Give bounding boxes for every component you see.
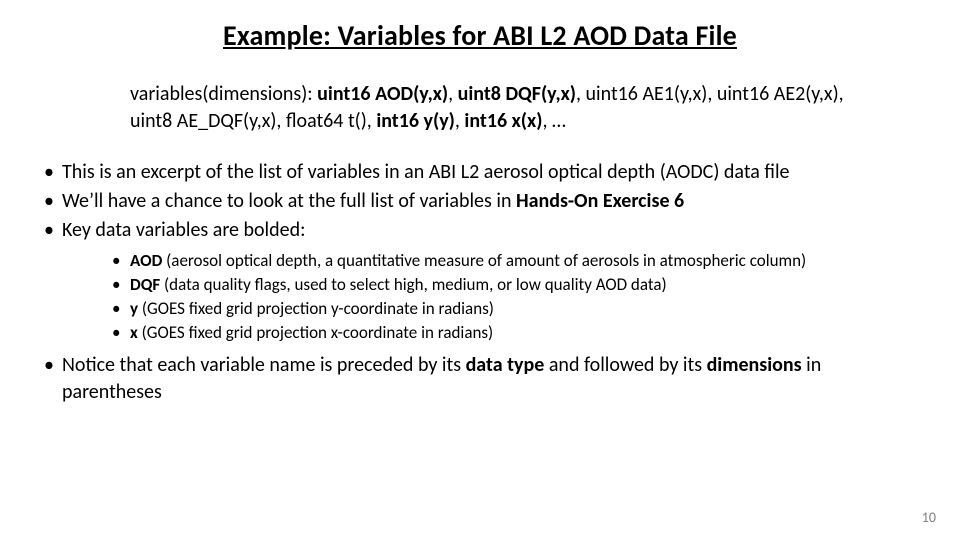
bullet-4-bold-1: data type — [466, 353, 545, 377]
sub-bullet-1-bold: DQF — [130, 274, 160, 295]
sub-bullet-0: AOD (aerosol optical depth, a quantitati… — [110, 250, 920, 272]
sub-bullet-3: x (GOES fixed grid projection x-coordina… — [110, 322, 920, 344]
variables-prefix: variables(dimensions): — [130, 82, 317, 106]
page-number: 10 — [922, 509, 936, 526]
variables-item-7: , … — [542, 109, 565, 133]
sub-bullet-1-rest: (data quality flags, used to select high… — [160, 274, 666, 295]
sub-bullet-2: y (GOES fixed grid projection y-coordina… — [110, 298, 920, 320]
bullet-4-bold-2: dimensions — [707, 353, 802, 377]
variables-item-2: uint8 DQF(y,x) — [458, 82, 576, 106]
sub-bullet-1: DQF (data quality flags, used to select … — [110, 274, 920, 296]
variables-item-5: , — [455, 109, 465, 133]
bullet-2: We’ll have a chance to look at the full … — [40, 188, 920, 215]
sub-bullet-3-rest: (GOES fixed grid projection x-coordinate… — [138, 322, 493, 343]
bullet-1: This is an excerpt of the list of variab… — [40, 159, 920, 186]
variables-item-1: , — [448, 82, 458, 106]
bullet-2-bold: Hands-On Exercise 6 — [516, 189, 684, 213]
bullet-2-pre: We’ll have a chance to look at the full … — [62, 189, 516, 213]
slide: Example: Variables for ABI L2 AOD Data F… — [0, 0, 960, 540]
variables-item-0: uint16 AOD(y,x) — [317, 82, 448, 106]
bullet-4-pre: Notice that each variable name is preced… — [62, 353, 466, 377]
sub-bullet-0-rest: (aerosol optical depth, a quantitative m… — [162, 250, 806, 271]
variables-item-6: int16 x(x) — [464, 109, 542, 133]
bullet-1-text: This is an excerpt of the list of variab… — [62, 160, 790, 184]
variables-item-4: int16 y(y) — [376, 109, 455, 133]
variables-block: variables(dimensions): uint16 AOD(y,x) , … — [130, 81, 870, 135]
bullet-list: This is an excerpt of the list of variab… — [40, 159, 920, 406]
sub-bullet-2-bold: y — [130, 298, 138, 319]
sub-bullet-3-bold: x — [130, 322, 138, 343]
slide-title: Example: Variables for ABI L2 AOD Data F… — [40, 18, 920, 53]
sub-bullet-list: AOD (aerosol optical depth, a quantitati… — [62, 250, 920, 344]
bullet-4: Notice that each variable name is preced… — [40, 352, 920, 406]
bullet-3-text: Key data variables are bolded: — [62, 218, 305, 242]
bullet-3: Key data variables are bolded: AOD (aero… — [40, 217, 920, 344]
sub-bullet-2-rest: (GOES fixed grid projection y-coordinate… — [138, 298, 494, 319]
bullet-4-mid: and followed by its — [544, 353, 706, 377]
sub-bullet-0-bold: AOD — [130, 250, 162, 271]
